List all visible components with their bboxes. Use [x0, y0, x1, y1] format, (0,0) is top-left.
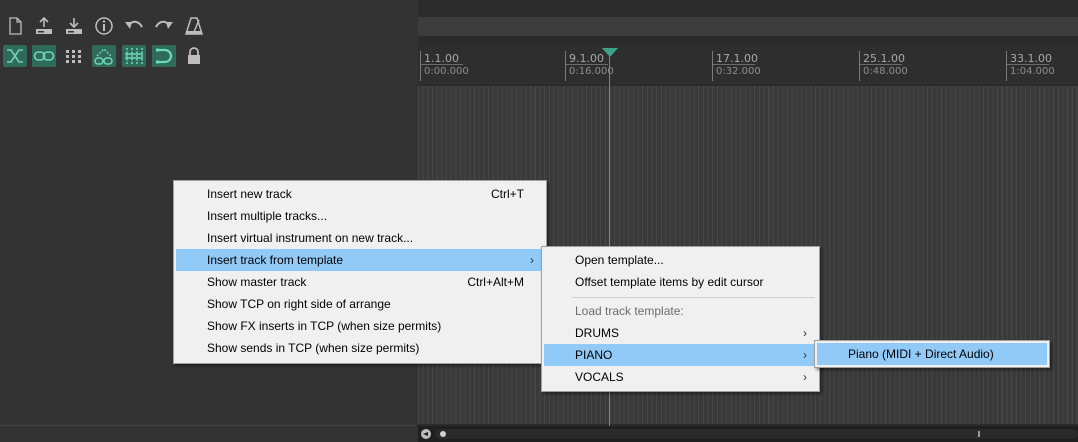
menu-item-shortcut: Ctrl+Alt+M: [467, 275, 524, 289]
snap-icon[interactable]: [122, 45, 146, 67]
menu-item-show-sends[interactable]: Show sends in TCP (when size permits): [176, 337, 544, 359]
ruler-mark: 17.1.00 0:32.000: [712, 51, 761, 81]
ruler-time-label: 0:00.000: [424, 66, 469, 77]
menu-item-open-template[interactable]: Open template...: [544, 249, 817, 271]
menu-item-insert-new-track[interactable]: Insert new track Ctrl+T: [176, 183, 544, 205]
save-project-icon[interactable]: [62, 15, 86, 37]
ruler-mark: 25.1.00 0:48.000: [859, 51, 908, 81]
edit-cursor-marker[interactable]: [602, 48, 618, 57]
loop-points-icon[interactable]: [152, 45, 176, 67]
undo-icon[interactable]: [122, 15, 146, 37]
menu-item-vocals-folder[interactable]: VOCALS ›: [544, 366, 817, 388]
scrollbar-track[interactable]: [435, 429, 1078, 439]
timeline-top-strip: [418, 17, 1078, 36]
menu-item-label: Open template...: [575, 253, 664, 267]
new-project-icon[interactable]: [3, 15, 27, 37]
horizontal-scrollbar[interactable]: [418, 426, 1078, 442]
menu-item-label: Show sends in TCP (when size permits): [207, 341, 420, 355]
submenu-arrow-icon: ›: [803, 348, 807, 362]
menu-item-insert-multiple-tracks[interactable]: Insert multiple tracks...: [176, 205, 544, 227]
ruler-time-label: 0:16.000: [569, 66, 614, 77]
track-context-menu: Insert new track Ctrl+T Insert multiple …: [173, 180, 547, 364]
group-link-icon[interactable]: [32, 45, 56, 67]
menu-item-show-fx-inserts[interactable]: Show FX inserts in TCP (when size permit…: [176, 315, 544, 337]
menu-item-label: Insert track from template: [207, 253, 344, 267]
envelope-link-icon[interactable]: [92, 45, 116, 67]
lock-icon[interactable]: [182, 45, 206, 67]
menu-item-label: VOCALS: [575, 370, 624, 384]
menu-item-label: Insert new track: [207, 187, 292, 201]
grid-icon[interactable]: [62, 45, 86, 67]
menu-item-insert-virtual-instrument[interactable]: Insert virtual instrument on new track..…: [176, 227, 544, 249]
menu-item-label: Piano (MIDI + Direct Audio): [848, 347, 994, 361]
menu-item-piano-midi-direct-audio[interactable]: Piano (MIDI + Direct Audio): [817, 343, 1047, 365]
menu-item-label: Show master track: [207, 275, 307, 289]
open-project-icon[interactable]: [32, 15, 56, 37]
menu-item-label: Load track template:: [575, 304, 684, 318]
menu-item-label: PIANO: [575, 348, 613, 362]
ruler-mark: 1.1.00 0:00.000: [420, 51, 469, 81]
scroll-left-icon[interactable]: [421, 429, 431, 439]
project-info-icon[interactable]: [92, 15, 116, 37]
tcp-divider: [0, 425, 416, 426]
menu-item-label: Offset template items by edit cursor: [575, 275, 764, 289]
ruler-mark: 9.1.00 0:16.000: [565, 51, 614, 81]
menu-item-show-master-track[interactable]: Show master track Ctrl+Alt+M: [176, 271, 544, 293]
submenu-arrow-icon: ›: [530, 253, 534, 267]
ruler-time-label: 1:04.000: [1010, 66, 1055, 77]
menu-item-piano-folder[interactable]: PIANO ›: [544, 344, 817, 366]
ruler-mark: 33.1.00 1:04.000: [1006, 51, 1055, 81]
timeline-ruler[interactable]: 1.1.00 0:00.000 9.1.00 0:16.000 17.1.00 …: [418, 46, 1078, 84]
piano-submenu: Piano (MIDI + Direct Audio): [814, 340, 1050, 368]
submenu-arrow-icon: ›: [803, 370, 807, 384]
scrollbar-thumb[interactable]: [440, 431, 446, 437]
menu-item-insert-track-from-template[interactable]: Insert track from template ›: [176, 249, 544, 271]
submenu-arrow-icon: ›: [803, 326, 807, 340]
menu-item-label: Show FX inserts in TCP (when size permit…: [207, 319, 442, 333]
template-submenu: Open template... Offset template items b…: [541, 246, 820, 392]
menu-item-label: Insert multiple tracks...: [207, 209, 328, 223]
menu-item-shortcut: Ctrl+T: [491, 187, 524, 201]
menu-item-drums-folder[interactable]: DRUMS ›: [544, 322, 817, 344]
scrollbar-zoom-handle[interactable]: [978, 431, 980, 437]
ruler-time-label: 0:32.000: [716, 66, 761, 77]
menu-item-label: Insert virtual instrument on new track..…: [207, 231, 414, 245]
menu-item-offset-template-items[interactable]: Offset template items by edit cursor: [544, 271, 817, 293]
ripple-edit-icon[interactable]: [3, 45, 27, 67]
metronome-icon[interactable]: [182, 15, 206, 37]
menu-item-label: Show TCP on right side of arrange: [207, 297, 391, 311]
menu-header-load-track-template: Load track template:: [544, 300, 817, 322]
ruler-time-label: 0:48.000: [863, 66, 908, 77]
menu-item-label: DRUMS: [575, 326, 619, 340]
redo-icon[interactable]: [152, 15, 176, 37]
menu-separator: [572, 297, 815, 298]
menu-item-show-tcp-right[interactable]: Show TCP on right side of arrange: [176, 293, 544, 315]
